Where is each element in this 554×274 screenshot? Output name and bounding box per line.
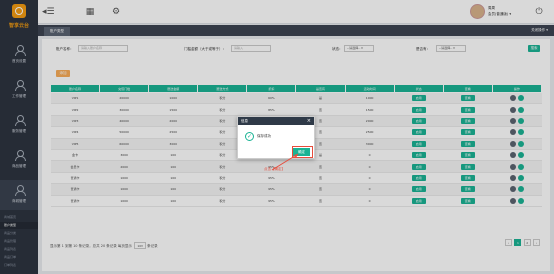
check-circle-icon: ✓ — [245, 132, 254, 141]
dialog-header: 信息 × — [238, 117, 314, 125]
annotation-hint: 点击【确定】 — [264, 167, 285, 171]
dialog-message: 保存成功 — [257, 134, 271, 138]
dialog-title: 信息 — [241, 119, 248, 123]
close-icon[interactable]: × — [307, 117, 311, 125]
